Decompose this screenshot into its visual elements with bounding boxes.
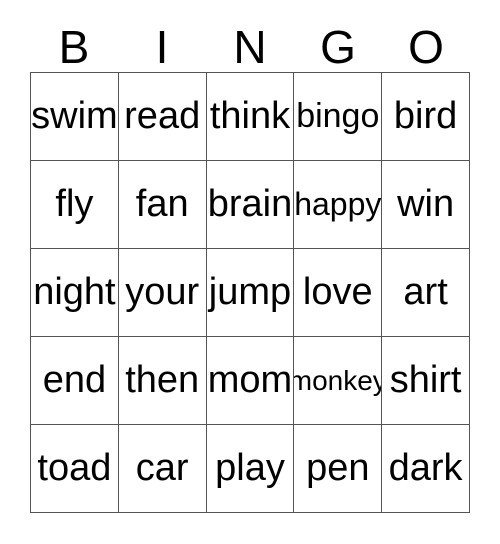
bingo-cell[interactable]: love [294,249,383,337]
bingo-grid: swim read think bingo bird fly fan brain happy wi… [30,72,470,513]
bingo-cell[interactable]: jump [206,249,295,337]
bingo-header-cell-1: I [118,14,206,70]
bingo-cell-label: play [215,446,285,489]
bingo-cell[interactable]: brain [206,161,295,249]
bingo-cell-label: think [209,94,291,137]
bingo-cell-label: mom [207,358,293,401]
bingo-cell-label: toad [37,446,112,489]
bingo-cell[interactable]: bird [382,73,470,161]
bingo-cell-label: win [397,182,455,225]
bingo-cell[interactable]: win [382,161,470,249]
bingo-cell[interactable]: your [118,249,207,337]
bingo-cell-label: pen [306,446,370,489]
bingo-cell-label: love [302,270,373,313]
bingo-cell-label: swim [31,94,118,137]
bingo-cell[interactable]: think [206,73,295,161]
bingo-cell[interactable]: end [31,337,119,425]
bingo-cell-label: monkey [294,364,381,396]
bingo-header-letter: O [408,21,444,73]
bingo-header-cell-0: B [30,14,118,70]
bingo-cell[interactable]: pen [294,425,383,513]
bingo-cell[interactable]: mom [206,337,295,425]
bingo-header-letter: B [58,21,90,73]
bingo-cell-label: bird [393,94,458,137]
bingo-cell[interactable]: read [118,73,207,161]
bingo-cell[interactable]: toad [31,425,119,513]
bingo-cell-label: brain [207,182,293,225]
bingo-cell-label: fan [135,182,189,225]
bingo-cell-label: art [403,270,448,313]
bingo-cell[interactable]: art [382,249,470,337]
bingo-card: B I N GO swim read think bingo bird fly fan brain h… [0,0,500,544]
bingo-header-cell-3: G [294,14,382,70]
bingo-cell[interactable]: fly [31,161,119,249]
bingo-header-letter: N [233,21,267,73]
bingo-cell-label: bingo [296,96,380,135]
bingo-header-cell-2: N [206,14,294,70]
bingo-cell-label: jump [208,270,292,313]
bingo-header-letter: G [320,21,356,73]
bingo-cell-label: then [125,358,200,401]
bingo-cell[interactable]: play [206,425,295,513]
bingo-cell-label: end [42,358,107,401]
bingo-cell-label: shirt [389,358,462,401]
bingo-cell[interactable]: monkey [294,337,383,425]
bingo-cell-label: happy [294,185,382,222]
bingo-cell-label: night [33,270,116,313]
bingo-header-cell-4: O [382,14,470,70]
bingo-cell-label: your [125,270,200,313]
bingo-cell[interactable]: dark [382,425,470,513]
bingo-cell-label: car [135,446,189,489]
bingo-cell[interactable]: then [118,337,207,425]
bingo-cell[interactable]: shirt [382,337,470,425]
bingo-cell-label: read [124,94,201,137]
bingo-cell[interactable]: happy [294,161,383,249]
bingo-cell[interactable]: bingo [294,73,383,161]
bingo-cell[interactable]: fan [118,161,207,249]
bingo-header-row: B I N GO [30,14,470,70]
bingo-cell[interactable]: night [31,249,119,337]
bingo-cell[interactable]: car [118,425,207,513]
bingo-cell-label: fly [55,182,94,225]
bingo-cell-label: dark [388,446,463,489]
bingo-cell[interactable]: swim [31,73,119,161]
bingo-header-letter: I [155,21,169,73]
